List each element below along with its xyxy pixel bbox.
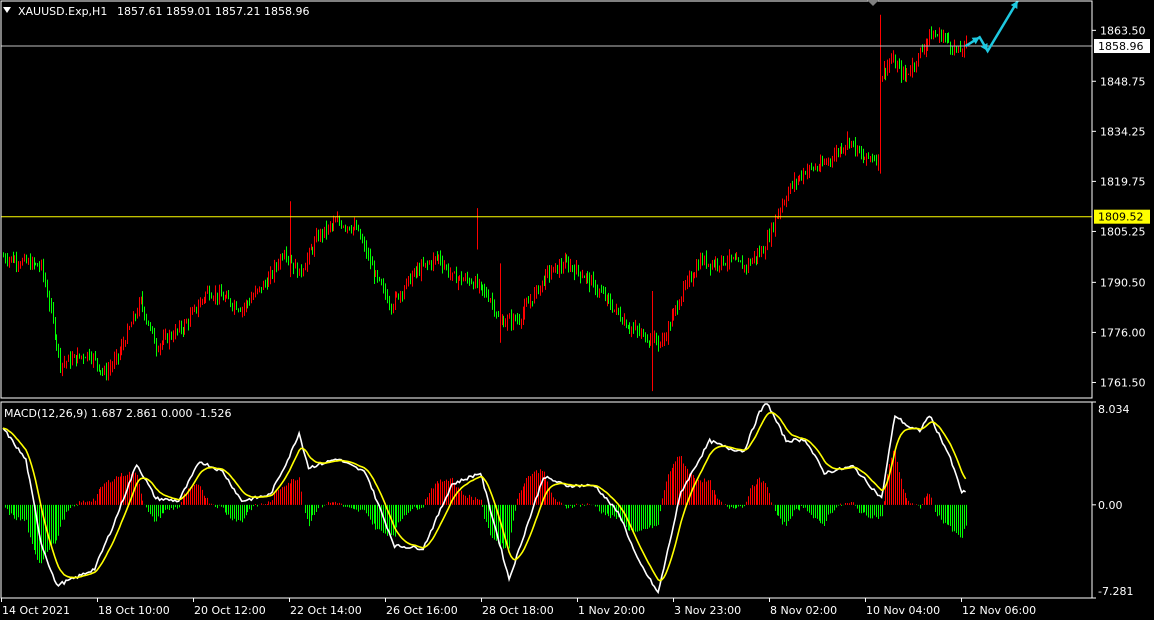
- time-axis-label: 20 Oct 12:00: [194, 604, 266, 617]
- time-axis-label: 8 Nov 02:00: [770, 604, 837, 617]
- price-axis-label: 1761.50: [1100, 376, 1146, 389]
- background: [0, 0, 1154, 620]
- symbol-label: XAUUSD.Exp,H1: [18, 5, 107, 18]
- ohlc-label: 1857.61 1859.01 1857.21 1858.96: [117, 5, 309, 18]
- price-axis-label: 1834.25: [1100, 125, 1146, 138]
- time-axis-label: 3 Nov 23:00: [674, 604, 741, 617]
- macd-axis-label: 8.034: [1098, 403, 1130, 416]
- price-axis-label: 1790.50: [1100, 276, 1146, 289]
- price-axis-label: 1776.00: [1100, 326, 1146, 339]
- chart-canvas: 1863.50 1848.75 1834.25 1819.75 1805.25 1790.…: [0, 0, 1154, 620]
- time-axis-label: 18 Oct 10:00: [98, 604, 170, 617]
- time-axis-label: 14 Oct 2021: [2, 604, 70, 617]
- macd-axis-label: -7.281: [1098, 585, 1133, 598]
- price-axis-label: 1863.50: [1100, 24, 1146, 37]
- price-axis-label: 1819.75: [1100, 175, 1146, 188]
- time-axis-label: 1 Nov 20:00: [578, 604, 645, 617]
- time-axis-label: 28 Oct 18:00: [482, 604, 554, 617]
- macd-axis-label: 0.00: [1098, 499, 1123, 512]
- level-price-badge: 1809.52: [1098, 211, 1144, 224]
- time-axis-label: 22 Oct 14:00: [290, 604, 362, 617]
- price-axis-label: 1848.75: [1100, 75, 1146, 88]
- time-axis-label: 26 Oct 16:00: [386, 604, 458, 617]
- price-axis-label: 1805.25: [1100, 225, 1146, 238]
- time-axis-label: 12 Nov 06:00: [962, 604, 1036, 617]
- time-axis-label: 10 Nov 04:00: [866, 604, 940, 617]
- current-price-badge: 1858.96: [1098, 40, 1144, 53]
- macd-label: MACD(12,26,9) 1.687 2.861 0.000 -1.526: [4, 407, 231, 420]
